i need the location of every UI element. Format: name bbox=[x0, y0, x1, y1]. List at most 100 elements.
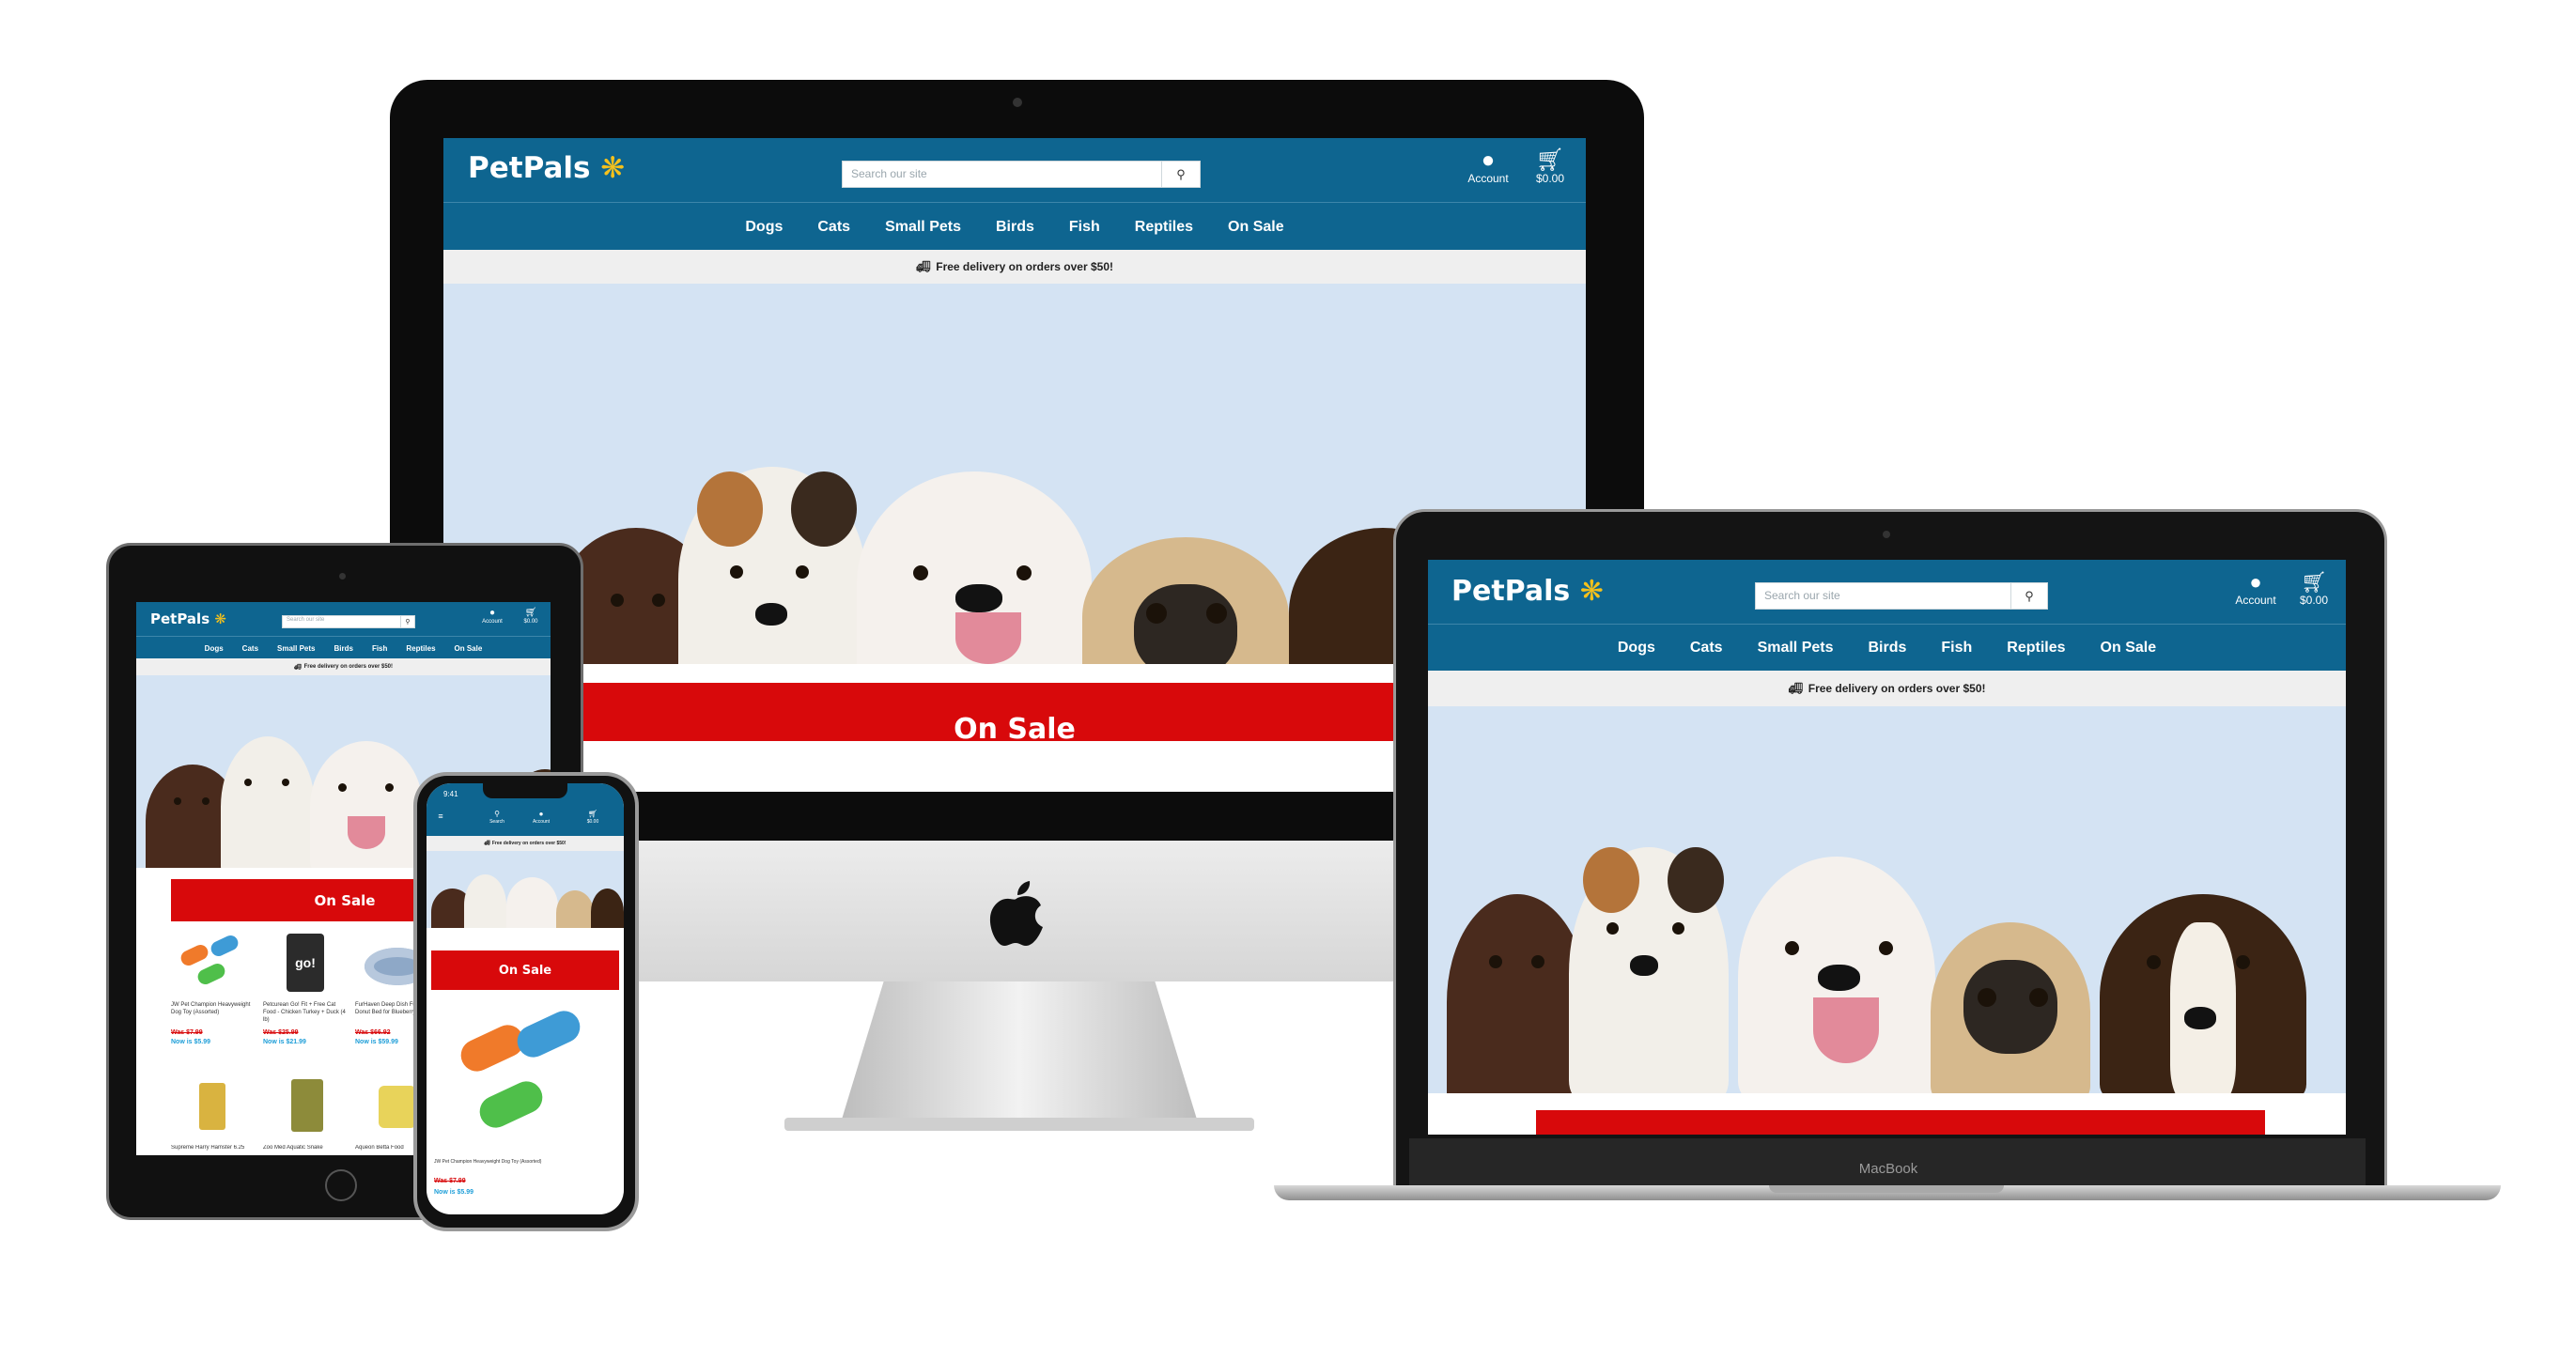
product-card[interactable]: JW Pet Champion Heavyweight Dog Toy (Ass… bbox=[171, 931, 261, 1072]
search-icon[interactable]: ⚲ bbox=[400, 616, 414, 627]
cart-icon: 🛒︎ bbox=[524, 608, 537, 618]
truck-icon: 🚚︎ bbox=[916, 260, 931, 273]
imac-camera bbox=[1013, 98, 1022, 107]
search-bar[interactable]: Search our site ⚲ bbox=[282, 615, 415, 628]
brand-logo[interactable]: PetPals ❋ bbox=[150, 610, 226, 627]
nav-item-reptiles[interactable]: Reptiles bbox=[1135, 219, 1193, 236]
product-name[interactable]: Zoo Med Aquatic Snake bbox=[263, 1145, 349, 1151]
promo-bar: 🚚︎ Free delivery on orders over $50! bbox=[136, 658, 551, 675]
dog-toy-image bbox=[450, 1005, 600, 1140]
product-was-price: Was $66.92 bbox=[355, 1029, 391, 1036]
product-name[interactable]: Supreme Harry Hamster 6.25 bbox=[171, 1145, 257, 1151]
nav-item-on-sale[interactable]: On Sale bbox=[1228, 219, 1284, 236]
nav-item-birds[interactable]: Birds bbox=[334, 644, 352, 653]
nav-item-cats[interactable]: Cats bbox=[242, 644, 258, 653]
account-button[interactable]: ● Account bbox=[2229, 570, 2282, 608]
truck-icon: 🚚︎ bbox=[484, 841, 490, 846]
cart-icon: 🛒︎ bbox=[1535, 147, 1565, 173]
search-icon: ⚲ bbox=[494, 810, 500, 818]
product-card[interactable]: go! Petcurean Go! Fit + Free Cat Food - … bbox=[263, 931, 353, 1072]
site-header: PetPals ❋ Search our site ⚲ ● Account 🛒︎… bbox=[136, 602, 551, 636]
main-nav: Dogs Cats Small Pets Birds Fish Reptiles… bbox=[443, 202, 1586, 251]
product-card[interactable]: Zoo Med Aquatic Snake bbox=[263, 1072, 353, 1155]
snake-food-image bbox=[291, 1079, 323, 1132]
truck-icon: 🚚︎ bbox=[293, 664, 302, 671]
search-button[interactable]: ⚲ Search bbox=[483, 810, 511, 825]
nav-item-reptiles[interactable]: Reptiles bbox=[406, 644, 435, 653]
account-button[interactable]: ● Account bbox=[476, 608, 508, 625]
product-name[interactable]: Petcurean Go! Fit + Free Cat Food - Chic… bbox=[263, 1001, 349, 1024]
nav-item-small-pets[interactable]: Small Pets bbox=[277, 644, 315, 653]
nav-item-on-sale[interactable]: On Sale bbox=[2101, 640, 2157, 657]
status-time: 9:41 bbox=[443, 790, 458, 798]
site-header: 9:41 ≡ ⚲ Search ● Account 🛒︎ $0.00 bbox=[427, 783, 624, 836]
product-name[interactable]: JW Pet Champion Heavyweight Dog Toy (Ass… bbox=[171, 1001, 257, 1016]
product-name[interactable]: JW Pet Champion Heavyweight Dog Toy (Ass… bbox=[434, 1159, 617, 1165]
cart-button[interactable]: 🛒︎ $0.00 bbox=[579, 810, 607, 825]
nav-item-birds[interactable]: Birds bbox=[996, 219, 1034, 236]
user-icon: ● bbox=[1481, 147, 1496, 173]
ipad-camera bbox=[339, 573, 346, 580]
macbook-label: MacBook bbox=[1858, 1161, 1918, 1177]
account-button[interactable]: ● Account bbox=[1460, 147, 1516, 186]
nav-item-dogs[interactable]: Dogs bbox=[205, 644, 224, 653]
menu-icon[interactable]: ≡ bbox=[431, 811, 450, 821]
sale-banner[interactable] bbox=[1536, 1110, 2265, 1135]
truck-icon: 🚚︎ bbox=[1788, 682, 1803, 695]
iphone-notch bbox=[483, 783, 567, 798]
paw-icon: ❋ bbox=[214, 610, 226, 627]
user-icon: ● bbox=[2249, 570, 2262, 594]
dog-toy-image bbox=[178, 933, 246, 990]
nav-item-on-sale[interactable]: On Sale bbox=[455, 644, 483, 653]
search-input[interactable]: Search our site bbox=[1764, 589, 1840, 602]
brand-logo[interactable]: PetPals ❋ bbox=[1451, 575, 1604, 608]
iphone-screen: 9:41 ≡ ⚲ Search ● Account 🛒︎ $0.00 🚚︎ Fr… bbox=[427, 783, 624, 1214]
hamster-food-image bbox=[199, 1083, 225, 1130]
macbook-screen: PetPals ❋ Search our site ⚲ ● Account 🛒︎… bbox=[1428, 560, 2346, 1135]
hero-image bbox=[1428, 706, 2346, 1093]
nav-item-cats[interactable]: Cats bbox=[817, 219, 850, 236]
search-icon[interactable]: ⚲ bbox=[1161, 162, 1200, 187]
product-card[interactable]: Supreme Harry Hamster 6.25 bbox=[171, 1072, 261, 1155]
product-now-price: Now is $5.99 bbox=[171, 1039, 211, 1045]
nav-item-small-pets[interactable]: Small Pets bbox=[885, 219, 961, 236]
nav-item-reptiles[interactable]: Reptiles bbox=[2007, 640, 2065, 657]
main-nav: Dogs Cats Small Pets Birds Fish Reptiles… bbox=[136, 636, 551, 659]
apple-logo-icon bbox=[988, 881, 1047, 947]
promo-bar: 🚚︎ Free delivery on orders over $50! bbox=[427, 836, 624, 851]
cart-icon: 🛒︎ bbox=[587, 810, 598, 818]
nav-item-fish[interactable]: Fish bbox=[372, 644, 387, 653]
nav-item-fish[interactable]: Fish bbox=[1069, 219, 1100, 236]
fish-food-image bbox=[379, 1086, 416, 1128]
nav-item-small-pets[interactable]: Small Pets bbox=[1758, 640, 1834, 657]
cart-icon: 🛒︎ bbox=[2301, 570, 2327, 594]
product-was-price: Was $7.99 bbox=[171, 1029, 203, 1036]
hero-image bbox=[427, 851, 624, 928]
user-icon: ● bbox=[538, 810, 544, 818]
brand-logo[interactable]: PetPals ❋ bbox=[468, 151, 625, 185]
macbook-notch bbox=[1769, 1185, 2004, 1193]
cart-button[interactable]: 🛒︎ $0.00 bbox=[516, 608, 546, 625]
nav-item-cats[interactable]: Cats bbox=[1690, 640, 1723, 657]
user-icon: ● bbox=[489, 608, 496, 618]
nav-item-dogs[interactable]: Dogs bbox=[1618, 640, 1655, 657]
search-icon[interactable]: ⚲ bbox=[2010, 583, 2047, 609]
search-bar[interactable]: Search our site ⚲ bbox=[842, 161, 1201, 188]
product-was-price: Was $25.99 bbox=[263, 1029, 299, 1036]
site-header: PetPals ❋ Search our site ⚲ ● Account 🛒︎… bbox=[443, 138, 1586, 202]
cat-food-bag-image: go! bbox=[287, 934, 324, 992]
cart-button[interactable]: 🛒︎ $0.00 bbox=[1524, 147, 1576, 186]
nav-item-birds[interactable]: Birds bbox=[1869, 640, 1907, 657]
nav-item-dogs[interactable]: Dogs bbox=[745, 219, 783, 236]
search-input[interactable]: Search our site bbox=[851, 167, 927, 180]
search-bar[interactable]: Search our site ⚲ bbox=[1755, 582, 2048, 610]
account-button[interactable]: ● Account bbox=[525, 810, 557, 825]
macbook-camera bbox=[1883, 531, 1890, 538]
sale-banner[interactable]: On Sale bbox=[530, 683, 1499, 746]
product-now-price: Now is $59.99 bbox=[355, 1039, 398, 1045]
nav-item-fish[interactable]: Fish bbox=[1941, 640, 1972, 657]
cart-button[interactable]: 🛒︎ $0.00 bbox=[2288, 570, 2340, 608]
imac-foot bbox=[784, 1118, 1254, 1131]
search-input[interactable]: Search our site bbox=[287, 617, 324, 623]
sale-banner[interactable]: On Sale bbox=[431, 950, 619, 990]
